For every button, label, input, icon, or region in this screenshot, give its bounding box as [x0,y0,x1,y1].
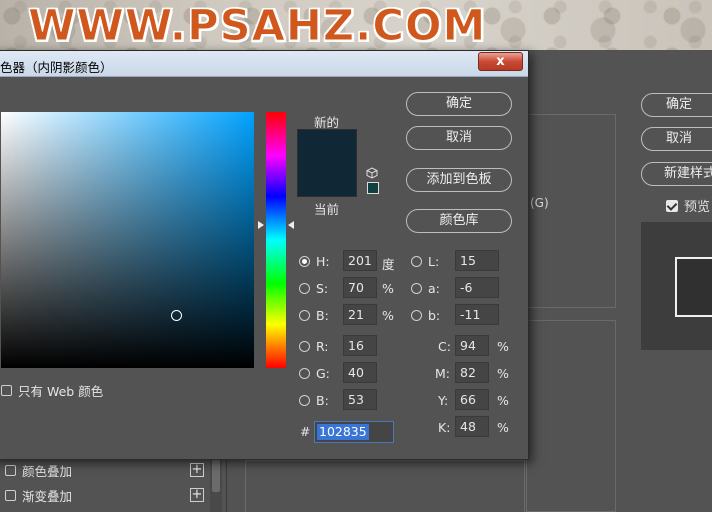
a-channel-input[interactable]: -6 [455,277,499,298]
cube-icon[interactable] [366,167,378,179]
close-button[interactable]: x [478,52,523,71]
brightness-label: B: [316,308,329,323]
hue-radio[interactable] [299,256,310,267]
color-libraries-button[interactable]: 颜色库 [406,209,512,233]
saturation-radio[interactable] [299,283,310,294]
color-field-marker[interactable] [171,310,182,321]
percent-unit: % [497,420,509,435]
a-channel-label: a: [428,281,440,296]
cyan-input[interactable]: 94 [455,335,489,356]
web-colors-only-toggle[interactable]: 只有 Web 颜色 [1,381,103,400]
style-checkbox[interactable] [5,490,16,501]
green-label: G: [316,366,330,381]
blue-label: B: [316,393,329,408]
scrollbar-thumb[interactable] [212,460,220,492]
color-swatch [297,129,357,197]
ok-button[interactable]: 确定 [406,92,512,116]
a-channel-radio[interactable] [411,283,422,294]
green-radio[interactable] [299,368,310,379]
style-checkbox[interactable] [5,465,16,476]
add-style-icon[interactable]: + [190,463,204,477]
layer-style-ok-button[interactable]: 确定 [641,93,712,117]
preview-label: 预览 [684,200,711,215]
add-style-icon[interactable]: + [190,488,204,502]
b-channel-radio[interactable] [411,310,422,321]
style-item-label: 渐变叠加 [22,489,73,504]
dialog-title: 色器（内阴影颜色） [0,60,113,75]
color-picker-dialog: 色器（内阴影颜色） x 只有 Web 颜色 新的 当前 确定 取消 添加到色板 … [0,50,529,460]
web-colors-label: 只有 Web 颜色 [18,384,104,399]
percent-unit: % [382,281,394,296]
lightness-input[interactable]: 15 [455,250,499,271]
b-channel-input[interactable]: -11 [455,304,499,325]
lightness-radio[interactable] [411,256,422,267]
preview-square [675,257,712,317]
hex-value: 102835 [317,424,369,440]
color-field[interactable] [1,112,254,368]
black-input[interactable]: 48 [455,416,489,437]
style-list-scrollbar[interactable] [210,458,222,512]
style-item-label: 颜色叠加 [22,464,73,479]
hex-input[interactable]: 102835 [314,421,394,443]
lower-settings-box [245,460,525,512]
watermark-text: WWW.PSAHZ.COM [27,1,487,51]
black-label: K: [438,420,451,435]
partial-option-label: (G) [530,196,549,210]
style-preview-thumbnail [641,222,712,350]
new-style-button[interactable]: 新建样式 [641,162,712,186]
web-colors-checkbox[interactable] [1,385,12,396]
close-icon: x [496,54,505,69]
watermark-banner: WWW.PSAHZ.COM [0,0,712,50]
current-color-label: 当前 [314,202,340,217]
hue-input[interactable]: 201 [343,250,377,271]
brightness-input[interactable]: 21 [343,304,377,325]
percent-unit: % [497,339,509,354]
green-input[interactable]: 40 [343,362,377,383]
hue-label: H: [316,254,330,269]
hue-slider[interactable] [266,112,286,368]
percent-unit: % [497,393,509,408]
percent-unit: % [497,366,509,381]
magenta-label: M: [435,366,450,381]
settings-group-box-lower [526,320,616,512]
blue-input[interactable]: 53 [343,389,377,410]
cancel-button[interactable]: 取消 [406,126,512,150]
hex-label: # [300,424,311,439]
brightness-radio[interactable] [299,310,310,321]
red-input[interactable]: 16 [343,335,377,356]
blue-radio[interactable] [299,395,310,406]
hue-slider-handle-right[interactable] [288,221,294,229]
b-channel-label: b: [428,308,441,323]
style-item-gradient-overlay[interactable]: 渐变叠加 + [0,483,208,508]
layer-style-cancel-button[interactable]: 取消 [641,127,712,151]
yellow-label: Y: [438,393,449,408]
red-radio[interactable] [299,341,310,352]
magenta-input[interactable]: 82 [455,362,489,383]
yellow-input[interactable]: 66 [455,389,489,410]
add-to-swatches-button[interactable]: 添加到色板 [406,168,512,192]
hue-slider-handle-left[interactable] [258,221,264,229]
preview-checkbox[interactable] [666,199,678,212]
cyan-label: C: [438,339,451,354]
red-label: R: [316,339,329,354]
preview-toggle[interactable]: 预览 [666,196,710,215]
degree-unit: 度 [382,257,395,272]
saturation-label: S: [316,281,329,296]
lightness-label: L: [428,254,440,269]
percent-unit: % [382,308,394,323]
saturation-input[interactable]: 70 [343,277,377,298]
dialog-titlebar[interactable]: 色器（内阴影颜色） x [0,51,528,77]
style-item-color-overlay[interactable]: 颜色叠加 + [0,458,208,483]
web-safe-swatch[interactable] [367,182,379,194]
settings-group-box [526,114,616,308]
